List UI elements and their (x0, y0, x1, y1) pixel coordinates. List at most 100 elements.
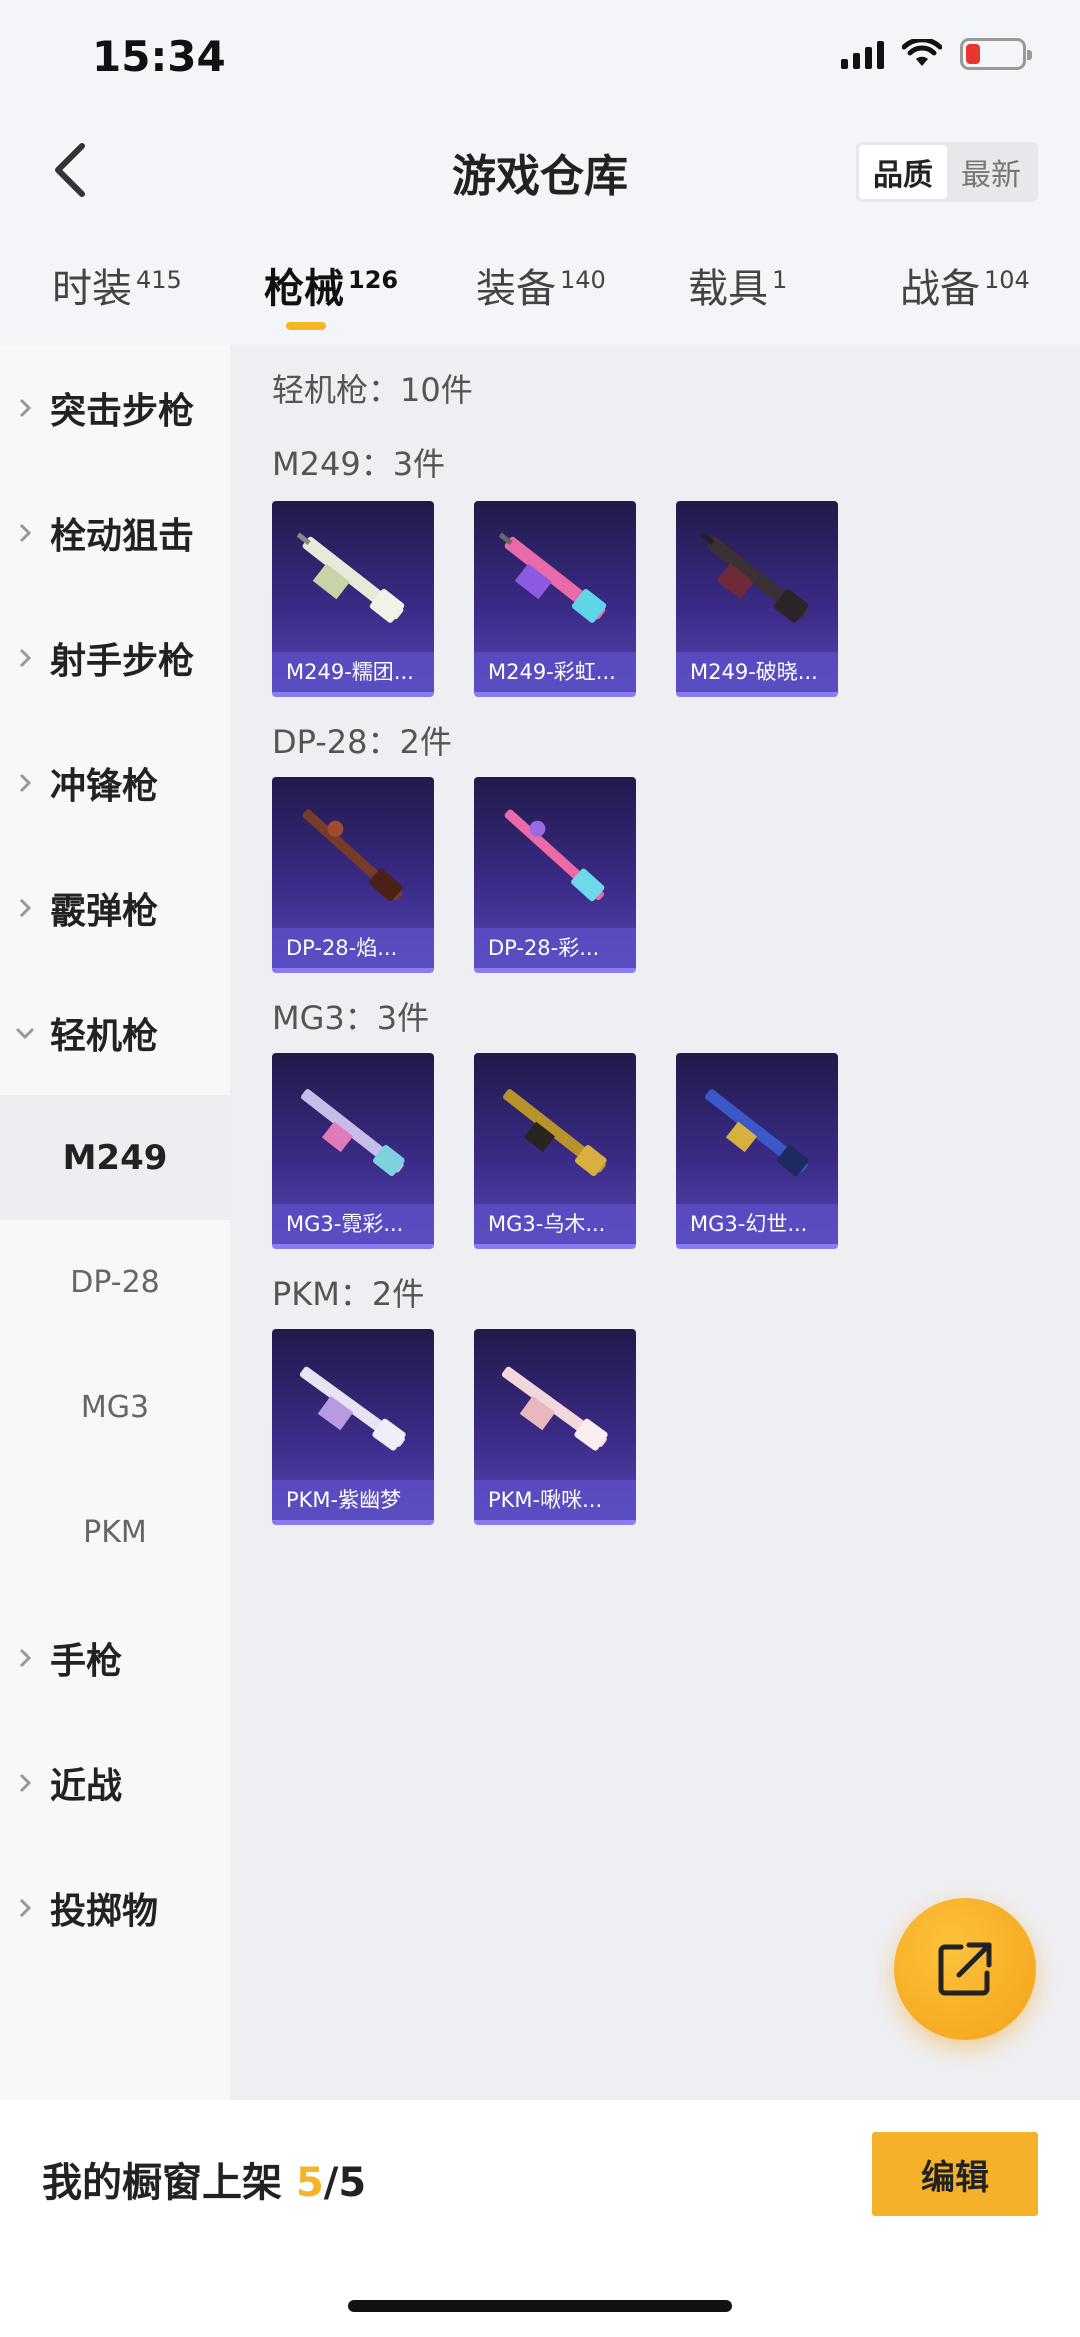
gun-image (302, 809, 403, 902)
gun-image (705, 1089, 809, 1176)
group-heading-pkm: PKM：2件 (272, 1275, 425, 1313)
skin-name: MG3-乌木... (474, 1204, 636, 1244)
sidebar-item-label: 射手步枪 (50, 640, 195, 682)
sidebar-item-label: 冲锋枪 (50, 765, 159, 807)
status-bar: 15:34 (0, 0, 1080, 120)
skin-name: M249-糯团... (272, 652, 434, 692)
skin-card[interactable]: PKM-紫幽梦 (272, 1329, 434, 1525)
gun-image (501, 1366, 608, 1451)
sidebar-item-assault-rifle[interactable]: 突击步枪 (0, 345, 230, 470)
tab-count: 140 (560, 266, 606, 294)
skin-name: PKM-啾咪... (474, 1480, 636, 1520)
tab-count: 1 (772, 266, 788, 294)
group-heading-mg3: MG3：3件 (272, 999, 430, 1037)
skin-card[interactable]: DP-28-彩... (474, 777, 636, 973)
chevron-right-icon (0, 1647, 50, 1669)
skin-name: DP-28-焰... (272, 928, 434, 968)
item-list[interactable]: 轻机枪：10件 M249：3件 M249-糯团... M249-彩虹... M2… (230, 345, 1080, 2100)
group-heading-dp28: DP-28：2件 (272, 723, 452, 761)
gun-image (700, 532, 809, 623)
share-button[interactable] (894, 1898, 1036, 2040)
sort-quality-option[interactable]: 品质 (859, 145, 947, 199)
sort-toggle: 品质 最新 (856, 142, 1038, 202)
sidebar-item-label: 投掷物 (50, 1890, 159, 1932)
sidebar-sub-dp28[interactable]: DP-28 (0, 1220, 230, 1345)
tab-fashion[interactable]: 时装 415 (52, 256, 182, 314)
sort-newest-option[interactable]: 最新 (947, 145, 1035, 199)
battery-icon (960, 38, 1032, 70)
cellular-signal-icon (841, 39, 884, 69)
share-external-icon (938, 1942, 992, 1996)
sidebar-item-label: 手枪 (50, 1640, 123, 1682)
chevron-right-icon (0, 522, 50, 544)
sidebar-item-label: 栓动狙击 (50, 515, 195, 557)
tab-vehicles[interactable]: 载具 1 (688, 256, 787, 314)
wifi-icon (902, 39, 942, 66)
sidebar-item-lmg[interactable]: 轻机枪 (0, 970, 230, 1095)
sidebar: 突击步枪 栓动狙击 射手步枪 冲锋枪 霰弹枪 轻机枪 M249 DP-28 MG… (0, 345, 230, 2100)
skin-card[interactable]: M249-糯团... (272, 501, 434, 697)
tab-count: 415 (136, 266, 182, 294)
group-heading-m249: M249：3件 (272, 445, 446, 483)
skin-name: DP-28-彩... (474, 928, 636, 968)
sidebar-sub-m249[interactable]: M249 (0, 1095, 230, 1220)
edit-button[interactable]: 编辑 (872, 2132, 1038, 2216)
active-tab-indicator (286, 322, 326, 330)
category-tabs: 时装 415 枪械 126 装备 140 载具 1 战备 104 (0, 250, 1080, 340)
sidebar-item-shotgun[interactable]: 霰弹枪 (0, 845, 230, 970)
showcase-separator: / (323, 2160, 339, 2206)
sidebar-item-label: 霰弹枪 (50, 890, 159, 932)
chevron-right-icon (0, 772, 50, 794)
gun-image (299, 1366, 406, 1451)
skin-card[interactable]: PKM-啾咪... (474, 1329, 636, 1525)
gun-image (301, 1089, 405, 1176)
tab-label: 装备 (476, 266, 556, 312)
tab-supplies[interactable]: 战备 104 (900, 256, 1030, 314)
skin-name: MG3-幻世... (676, 1204, 838, 1244)
status-time: 15:34 (92, 32, 226, 81)
sidebar-item-throwable[interactable]: 投掷物 (0, 1845, 230, 1970)
sidebar-item-label: 近战 (50, 1765, 123, 1807)
sidebar-sub-pkm[interactable]: PKM (0, 1470, 230, 1595)
gun-image (498, 532, 607, 623)
gun-image (504, 809, 605, 902)
tab-count: 126 (348, 266, 399, 294)
skin-name: PKM-紫幽梦 (272, 1480, 434, 1520)
skin-card[interactable]: M249-彩虹... (474, 501, 636, 697)
skin-name: M249-破晓... (676, 652, 838, 692)
showcase-current-count: 5 (295, 2160, 324, 2206)
sidebar-item-label: 突击步枪 (50, 390, 195, 432)
skin-card[interactable]: MG3-乌木... (474, 1053, 636, 1249)
tab-count: 104 (984, 266, 1030, 294)
skin-name: M249-彩虹... (474, 652, 636, 692)
skin-card[interactable]: MG3-霓彩... (272, 1053, 434, 1249)
header: 游戏仓库 品质 最新 (0, 120, 1080, 220)
showcase-label: 我的橱窗上架 (42, 2160, 282, 2206)
showcase-status: 我的橱窗上架 5/5 (42, 2150, 366, 2208)
tab-equipment[interactable]: 装备 140 (476, 256, 606, 314)
tab-label: 战备 (900, 266, 980, 312)
tab-label: 载具 (688, 266, 768, 312)
gun-image (296, 532, 405, 623)
skin-card[interactable]: DP-28-焰... (272, 777, 434, 973)
category-summary: 轻机枪：10件 (272, 371, 473, 409)
chevron-right-icon (0, 1772, 50, 1794)
chevron-right-icon (0, 897, 50, 919)
chevron-right-icon (0, 647, 50, 669)
sidebar-item-smg[interactable]: 冲锋枪 (0, 720, 230, 845)
chevron-down-icon (0, 1026, 50, 1040)
home-indicator[interactable] (348, 2300, 732, 2312)
skin-card[interactable]: M249-破晓... (676, 501, 838, 697)
chevron-right-icon (0, 397, 50, 419)
sidebar-sub-mg3[interactable]: MG3 (0, 1345, 230, 1470)
chevron-right-icon (0, 1897, 50, 1919)
sidebar-item-pistol[interactable]: 手枪 (0, 1595, 230, 1720)
skin-card[interactable]: MG3-幻世... (676, 1053, 838, 1249)
tab-label: 枪械 (264, 266, 344, 312)
tab-label: 时装 (52, 266, 132, 312)
sidebar-item-label: 轻机枪 (50, 1015, 159, 1057)
tab-guns[interactable]: 枪械 126 (264, 256, 398, 314)
sidebar-item-bolt-sniper[interactable]: 栓动狙击 (0, 470, 230, 595)
sidebar-item-melee[interactable]: 近战 (0, 1720, 230, 1845)
sidebar-item-marksman-rifle[interactable]: 射手步枪 (0, 595, 230, 720)
